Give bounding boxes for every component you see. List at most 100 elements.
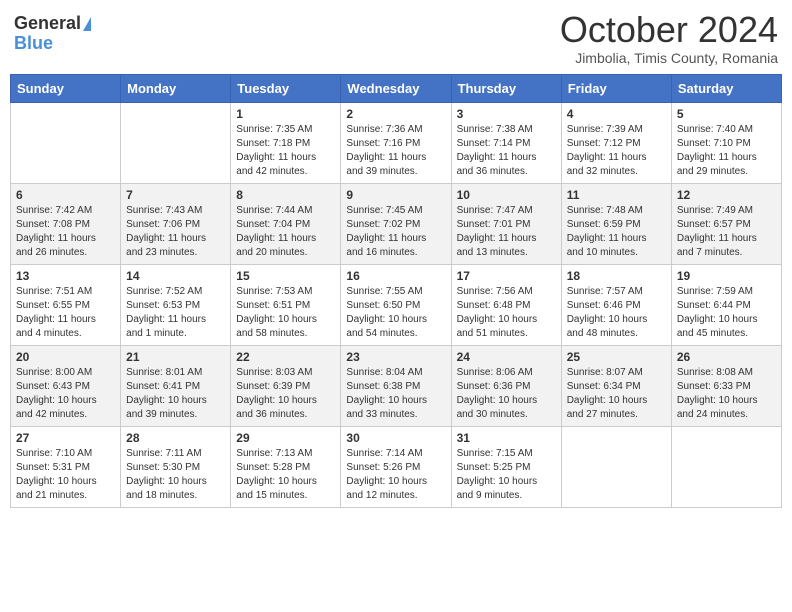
- day-number: 13: [16, 269, 115, 283]
- calendar-cell: 13 Sunrise: 7:51 AM Sunset: 6:55 PM Dayl…: [11, 264, 121, 345]
- day-info: Sunrise: 7:55 AM Sunset: 6:50 PM Dayligh…: [346, 285, 445, 341]
- page-header: General Blue October 2024 Jimbolia, Timi…: [10, 10, 782, 66]
- daylight-text: Daylight: 10 hours and 36 minutes.: [236, 395, 317, 420]
- day-info: Sunrise: 7:53 AM Sunset: 6:51 PM Dayligh…: [236, 285, 335, 341]
- calendar-cell: 28 Sunrise: 7:11 AM Sunset: 5:30 PM Dayl…: [121, 426, 231, 507]
- daylight-text: Daylight: 11 hours and 23 minutes.: [126, 233, 206, 258]
- calendar-cell: 19 Sunrise: 7:59 AM Sunset: 6:44 PM Dayl…: [671, 264, 781, 345]
- sunrise-text: Sunrise: 7:52 AM: [126, 286, 202, 297]
- day-info: Sunrise: 7:57 AM Sunset: 6:46 PM Dayligh…: [567, 285, 666, 341]
- calendar-cell: 14 Sunrise: 7:52 AM Sunset: 6:53 PM Dayl…: [121, 264, 231, 345]
- logo: General Blue: [14, 10, 91, 54]
- daylight-text: Daylight: 11 hours and 4 minutes.: [16, 314, 96, 339]
- calendar-cell: 20 Sunrise: 8:00 AM Sunset: 6:43 PM Dayl…: [11, 345, 121, 426]
- daylight-text: Daylight: 10 hours and 58 minutes.: [236, 314, 317, 339]
- title-section: October 2024 Jimbolia, Timis County, Rom…: [560, 10, 778, 66]
- calendar-cell: 23 Sunrise: 8:04 AM Sunset: 6:38 PM Dayl…: [341, 345, 451, 426]
- daylight-text: Daylight: 10 hours and 12 minutes.: [346, 476, 427, 501]
- calendar-week-row: 1 Sunrise: 7:35 AM Sunset: 7:18 PM Dayli…: [11, 102, 782, 183]
- day-info: Sunrise: 7:59 AM Sunset: 6:44 PM Dayligh…: [677, 285, 776, 341]
- calendar-cell: [671, 426, 781, 507]
- day-number: 10: [457, 188, 556, 202]
- sunset-text: Sunset: 6:44 PM: [677, 300, 751, 311]
- day-info: Sunrise: 7:40 AM Sunset: 7:10 PM Dayligh…: [677, 123, 776, 179]
- weekday-header: Sunday: [11, 74, 121, 102]
- sunrise-text: Sunrise: 8:03 AM: [236, 367, 312, 378]
- sunset-text: Sunset: 5:31 PM: [16, 462, 90, 473]
- sunrise-text: Sunrise: 7:11 AM: [126, 448, 201, 459]
- calendar-cell: 21 Sunrise: 8:01 AM Sunset: 6:41 PM Dayl…: [121, 345, 231, 426]
- calendar-cell: 26 Sunrise: 8:08 AM Sunset: 6:33 PM Dayl…: [671, 345, 781, 426]
- sunrise-text: Sunrise: 7:57 AM: [567, 286, 643, 297]
- location-title: Jimbolia, Timis County, Romania: [560, 50, 778, 66]
- sunrise-text: Sunrise: 8:07 AM: [567, 367, 643, 378]
- sunset-text: Sunset: 7:16 PM: [346, 138, 420, 149]
- sunset-text: Sunset: 6:36 PM: [457, 381, 531, 392]
- day-info: Sunrise: 7:36 AM Sunset: 7:16 PM Dayligh…: [346, 123, 445, 179]
- sunset-text: Sunset: 6:51 PM: [236, 300, 310, 311]
- sunrise-text: Sunrise: 8:00 AM: [16, 367, 92, 378]
- sunrise-text: Sunrise: 7:15 AM: [457, 448, 533, 459]
- calendar-cell: 5 Sunrise: 7:40 AM Sunset: 7:10 PM Dayli…: [671, 102, 781, 183]
- sunrise-text: Sunrise: 7:51 AM: [16, 286, 92, 297]
- sunset-text: Sunset: 6:34 PM: [567, 381, 641, 392]
- day-number: 26: [677, 350, 776, 364]
- weekday-header-row: SundayMondayTuesdayWednesdayThursdayFrid…: [11, 74, 782, 102]
- sunset-text: Sunset: 7:12 PM: [567, 138, 641, 149]
- weekday-header: Thursday: [451, 74, 561, 102]
- sunrise-text: Sunrise: 8:01 AM: [126, 367, 202, 378]
- sunset-text: Sunset: 7:10 PM: [677, 138, 751, 149]
- weekday-header: Wednesday: [341, 74, 451, 102]
- logo-blue-text: Blue: [14, 34, 53, 54]
- day-info: Sunrise: 7:43 AM Sunset: 7:06 PM Dayligh…: [126, 204, 225, 260]
- calendar-cell: 10 Sunrise: 7:47 AM Sunset: 7:01 PM Dayl…: [451, 183, 561, 264]
- day-number: 7: [126, 188, 225, 202]
- calendar-cell: [121, 102, 231, 183]
- day-info: Sunrise: 7:51 AM Sunset: 6:55 PM Dayligh…: [16, 285, 115, 341]
- day-info: Sunrise: 8:03 AM Sunset: 6:39 PM Dayligh…: [236, 366, 335, 422]
- daylight-text: Daylight: 10 hours and 21 minutes.: [16, 476, 97, 501]
- daylight-text: Daylight: 10 hours and 42 minutes.: [16, 395, 97, 420]
- day-number: 14: [126, 269, 225, 283]
- sunset-text: Sunset: 6:53 PM: [126, 300, 200, 311]
- sunrise-text: Sunrise: 7:47 AM: [457, 205, 533, 216]
- daylight-text: Daylight: 10 hours and 27 minutes.: [567, 395, 648, 420]
- sunrise-text: Sunrise: 7:45 AM: [346, 205, 422, 216]
- sunrise-text: Sunrise: 7:14 AM: [346, 448, 422, 459]
- sunset-text: Sunset: 7:14 PM: [457, 138, 531, 149]
- sunset-text: Sunset: 7:18 PM: [236, 138, 310, 149]
- calendar-table: SundayMondayTuesdayWednesdayThursdayFrid…: [10, 74, 782, 508]
- day-number: 1: [236, 107, 335, 121]
- calendar-cell: 31 Sunrise: 7:15 AM Sunset: 5:25 PM Dayl…: [451, 426, 561, 507]
- sunrise-text: Sunrise: 8:06 AM: [457, 367, 533, 378]
- day-info: Sunrise: 8:08 AM Sunset: 6:33 PM Dayligh…: [677, 366, 776, 422]
- day-number: 6: [16, 188, 115, 202]
- day-number: 2: [346, 107, 445, 121]
- sunrise-text: Sunrise: 7:56 AM: [457, 286, 533, 297]
- calendar-week-row: 27 Sunrise: 7:10 AM Sunset: 5:31 PM Dayl…: [11, 426, 782, 507]
- day-info: Sunrise: 7:14 AM Sunset: 5:26 PM Dayligh…: [346, 447, 445, 503]
- day-info: Sunrise: 7:52 AM Sunset: 6:53 PM Dayligh…: [126, 285, 225, 341]
- day-info: Sunrise: 7:48 AM Sunset: 6:59 PM Dayligh…: [567, 204, 666, 260]
- calendar-cell: 30 Sunrise: 7:14 AM Sunset: 5:26 PM Dayl…: [341, 426, 451, 507]
- daylight-text: Daylight: 11 hours and 42 minutes.: [236, 152, 316, 177]
- sunrise-text: Sunrise: 7:40 AM: [677, 124, 753, 135]
- daylight-text: Daylight: 10 hours and 48 minutes.: [567, 314, 648, 339]
- daylight-text: Daylight: 11 hours and 16 minutes.: [346, 233, 426, 258]
- sunrise-text: Sunrise: 7:13 AM: [236, 448, 312, 459]
- day-info: Sunrise: 8:04 AM Sunset: 6:38 PM Dayligh…: [346, 366, 445, 422]
- sunset-text: Sunset: 6:43 PM: [16, 381, 90, 392]
- weekday-header: Monday: [121, 74, 231, 102]
- calendar-week-row: 20 Sunrise: 8:00 AM Sunset: 6:43 PM Dayl…: [11, 345, 782, 426]
- sunrise-text: Sunrise: 7:53 AM: [236, 286, 312, 297]
- sunset-text: Sunset: 7:06 PM: [126, 219, 200, 230]
- day-info: Sunrise: 7:47 AM Sunset: 7:01 PM Dayligh…: [457, 204, 556, 260]
- sunset-text: Sunset: 6:48 PM: [457, 300, 531, 311]
- daylight-text: Daylight: 11 hours and 20 minutes.: [236, 233, 316, 258]
- day-number: 30: [346, 431, 445, 445]
- day-info: Sunrise: 7:35 AM Sunset: 7:18 PM Dayligh…: [236, 123, 335, 179]
- calendar-cell: 24 Sunrise: 8:06 AM Sunset: 6:36 PM Dayl…: [451, 345, 561, 426]
- daylight-text: Daylight: 11 hours and 7 minutes.: [677, 233, 757, 258]
- day-number: 25: [567, 350, 666, 364]
- day-info: Sunrise: 7:39 AM Sunset: 7:12 PM Dayligh…: [567, 123, 666, 179]
